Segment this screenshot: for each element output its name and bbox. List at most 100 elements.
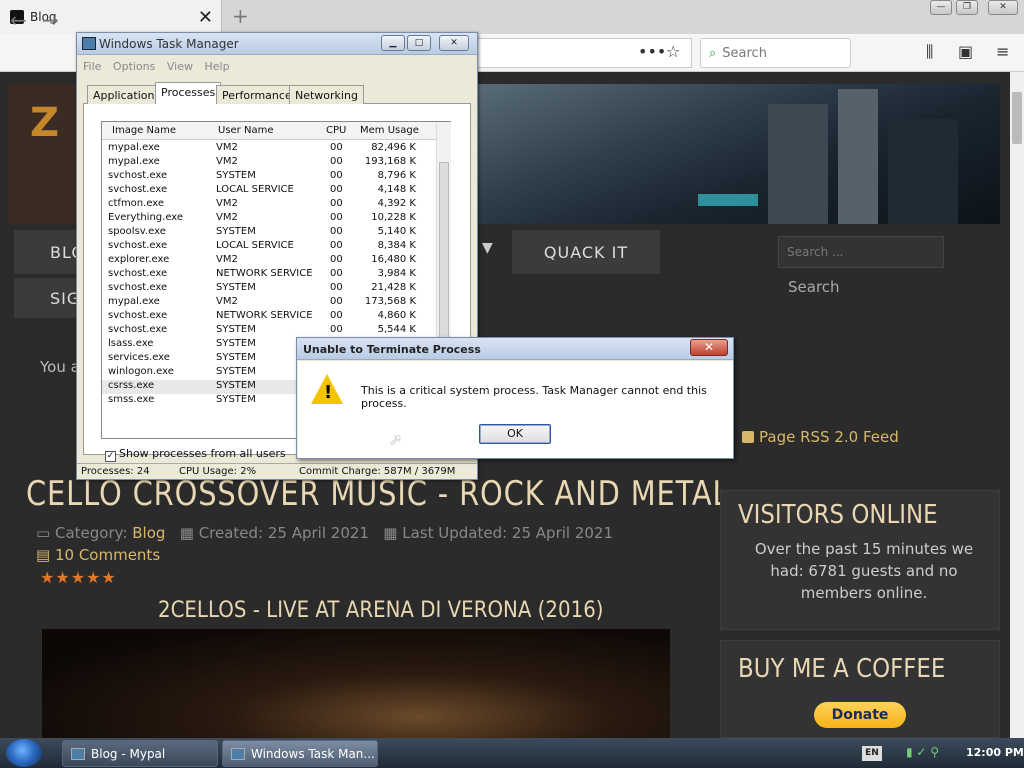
process-mem: 82,496 K (371, 142, 416, 153)
process-name: svchost.exe (108, 268, 168, 279)
library-icon[interactable]: ⫼ (926, 42, 933, 62)
menu-sign[interactable]: SIGN (14, 278, 92, 318)
tab-networking[interactable]: Networking (289, 85, 364, 104)
process-cpu: 00 (330, 254, 343, 265)
rss-icon (742, 431, 754, 443)
taskbar-item-blog[interactable]: Blog - Mypal (62, 740, 218, 767)
donate-button[interactable]: Donate (814, 702, 906, 728)
table-row[interactable]: spoolsv.exe SYSTEM 00 5,140 K (102, 226, 432, 240)
tm-maximize-button[interactable]: □ (407, 35, 431, 51)
site-search-button[interactable]: Search (778, 272, 868, 304)
menu-quack-it[interactable]: QUACK IT (512, 230, 660, 274)
sidebar-icon[interactable]: ▣ (958, 42, 973, 61)
taskbar-item-label: Windows Task Man... (251, 746, 375, 761)
maximize-window-button[interactable]: ❐ (956, 0, 978, 15)
site-search-input[interactable]: Search ... (778, 236, 944, 268)
close-tab-icon[interactable]: ✕ (198, 7, 213, 28)
process-user: NETWORK SERVICE (216, 310, 313, 321)
rating-stars[interactable]: ★★★★★ (40, 568, 117, 587)
table-row[interactable]: Everything.exe VM2 00 10,228 K (102, 212, 432, 226)
error-dialog-close-button[interactable]: ✕ (690, 339, 728, 356)
tm-menu-options[interactable]: Options (113, 60, 155, 73)
col-mem-usage[interactable]: Mem Usage (360, 125, 419, 136)
close-window-button[interactable]: ✕ (988, 0, 1018, 15)
menu-hamburger-icon[interactable]: ≡ (996, 42, 1009, 61)
browser-tab[interactable]: Blog ✕ (0, 0, 222, 34)
table-row[interactable]: explorer.exe VM2 00 16,480 K (102, 254, 432, 268)
process-cpu: 00 (330, 324, 343, 335)
process-user: VM2 (216, 254, 238, 265)
table-row[interactable]: svchost.exe SYSTEM 00 5,544 K (102, 324, 432, 338)
table-row[interactable]: svchost.exe NETWORK SERVICE 00 3,984 K (102, 268, 432, 282)
process-mem: 193,168 K (364, 156, 416, 167)
process-name: mypal.exe (108, 142, 160, 153)
table-row[interactable]: ctfmon.exe VM2 00 4,392 K (102, 198, 432, 212)
col-cpu[interactable]: CPU (326, 125, 346, 136)
menu-blog[interactable]: BLOG (14, 230, 97, 274)
page-scrollbar[interactable] (1010, 72, 1024, 738)
process-user: NETWORK SERVICE (216, 268, 313, 279)
process-mem: 4,148 K (377, 184, 416, 195)
tm-minimize-button[interactable]: ▁ (381, 35, 405, 51)
article-subtitle: 2CELLOS - LIVE AT ARENA DI VERONA (2016) (158, 598, 604, 623)
tray-icons[interactable]: ▮ ✓ ⚲ (906, 745, 939, 759)
tm-menu-view[interactable]: View (167, 60, 193, 73)
table-row[interactable]: svchost.exe NETWORK SERVICE 00 4,860 K (102, 310, 432, 324)
page-actions-icon[interactable]: ••• (638, 42, 666, 61)
language-indicator[interactable]: EN (862, 746, 882, 761)
process-user: SYSTEM (216, 352, 256, 363)
tm-menu-help[interactable]: Help (204, 60, 229, 73)
table-row[interactable]: mypal.exe VM2 00 82,496 K (102, 142, 432, 156)
tm-close-button[interactable]: ✕ (439, 35, 469, 51)
tm-menu-file[interactable]: File (83, 60, 101, 73)
browser-search-box[interactable]: ⌕ Search (700, 38, 851, 68)
table-row[interactable]: svchost.exe LOCAL SERVICE 00 4,148 K (102, 184, 432, 198)
visitors-text: Over the past 15 minutes we had: 6781 gu… (754, 540, 974, 602)
process-mem: 16,480 K (371, 254, 416, 265)
table-row[interactable]: mypal.exe VM2 00 173,568 K (102, 296, 432, 310)
article-title[interactable]: CELLO CROSSOVER MUSIC - ROCK AND METAL (26, 474, 729, 514)
error-dialog: Unable to Terminate Process ✕ ! This is … (296, 337, 734, 459)
process-name: explorer.exe (108, 254, 170, 265)
process-mem: 10,228 K (371, 212, 416, 223)
process-cpu: 00 (330, 170, 343, 181)
new-tab-icon[interactable]: + (232, 4, 249, 28)
page-scroll-thumb[interactable] (1012, 92, 1022, 144)
process-name: smss.exe (108, 394, 155, 405)
status-commit: Commit Charge: 587M / 3679M (299, 466, 456, 477)
process-cpu: 00 (330, 310, 343, 321)
tab-performance[interactable]: Performance (216, 85, 298, 104)
process-cpu: 00 (330, 282, 343, 293)
table-row[interactable]: svchost.exe SYSTEM 00 21,428 K (102, 282, 432, 296)
error-dialog-title: Unable to Terminate Process (303, 343, 481, 356)
chevron-down-icon[interactable]: ▼ (482, 240, 493, 256)
forward-arrow-icon[interactable]: → (42, 8, 59, 32)
table-row[interactable]: svchost.exe LOCAL SERVICE 00 8,384 K (102, 240, 432, 254)
back-arrow-icon[interactable]: ← (10, 8, 27, 32)
site-banner-image (478, 84, 1000, 224)
comments-link[interactable]: ▤ 10 Comments (36, 546, 160, 564)
col-image-name[interactable]: Image Name (112, 125, 176, 136)
taskbar-item-task-manager[interactable]: Windows Task Man... (222, 740, 378, 767)
process-name: ctfmon.exe (108, 198, 165, 209)
task-manager-title: Windows Task Manager (99, 37, 239, 51)
process-name: svchost.exe (108, 170, 168, 181)
table-row[interactable]: mypal.exe VM2 00 193,168 K (102, 156, 432, 170)
minimize-window-button[interactable]: — (930, 0, 952, 15)
show-all-processes-checkbox[interactable]: ✓ Show processes from all users (105, 447, 286, 462)
start-button[interactable] (6, 739, 42, 767)
table-row[interactable]: svchost.exe SYSTEM 00 8,796 K (102, 170, 432, 184)
warning-exclamation-icon: ! (324, 382, 333, 403)
bookmark-star-icon[interactable]: ☆ (666, 42, 680, 61)
category-link[interactable]: Blog (132, 524, 165, 542)
ok-button[interactable]: OK (479, 424, 551, 444)
process-user: SYSTEM (216, 366, 256, 377)
video-embed[interactable] (42, 629, 670, 739)
taskbar-clock[interactable]: 12:00 PM (966, 746, 1024, 759)
tab-processes[interactable]: Processes (155, 82, 222, 104)
process-mem: 5,544 K (377, 324, 416, 335)
error-dialog-titlebar[interactable]: Unable to Terminate Process (297, 338, 733, 360)
rss-feed-link[interactable]: Page RSS 2.0 Feed (742, 428, 899, 446)
comment-icon: ▤ (36, 546, 51, 564)
col-user-name[interactable]: User Name (218, 125, 273, 136)
